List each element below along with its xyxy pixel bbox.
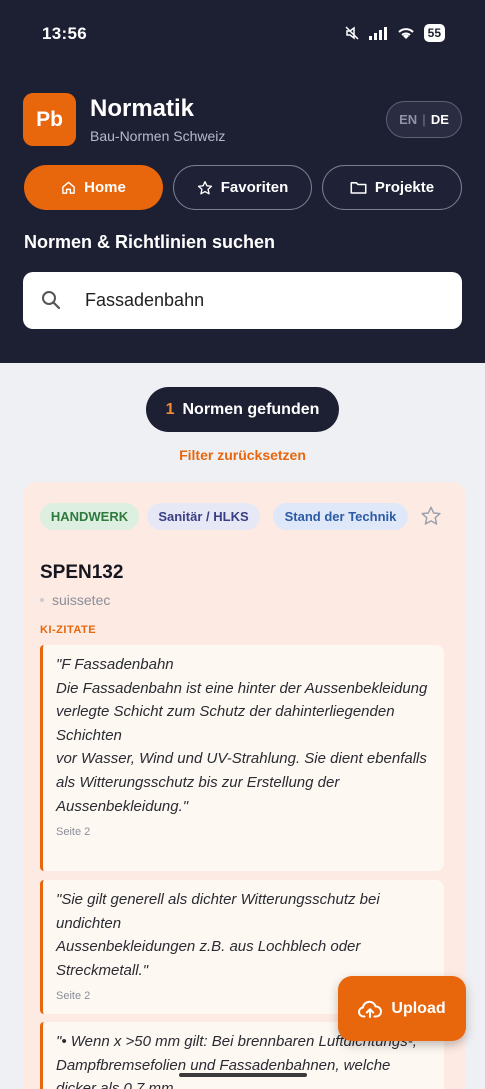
tag-category: HANDWERK (40, 503, 139, 530)
mute-icon (345, 26, 359, 40)
search-heading: Normen & Richtlinien suchen (24, 232, 276, 252)
language-separator: | (422, 112, 426, 127)
ai-quote: "F Fassadenbahn Die Fassadenbahn ist ein… (40, 645, 444, 871)
tag-status: Stand der Technik (273, 503, 408, 530)
app-subtitle: Bau-Normen Schweiz (90, 128, 226, 144)
language-toggle[interactable]: EN | DE (386, 101, 462, 138)
signal-icon (368, 27, 387, 40)
nav-favorites-button[interactable]: Favoriten (173, 165, 312, 210)
nav-favorites-label: Favoriten (220, 179, 289, 196)
status-icons: 55 (344, 24, 445, 42)
favorite-star-icon[interactable] (420, 505, 442, 527)
quote-text: "F Fassadenbahn Die Fassadenbahn ist ein… (56, 656, 428, 815)
language-option-de[interactable]: DE (431, 112, 449, 127)
norm-code: SPEN132 (40, 562, 124, 583)
app-header: 13:56 55 Pb Normatik Bau-Normen Schweiz … (0, 0, 485, 363)
app-logo: Pb (23, 93, 76, 146)
tag-discipline: Sanitär / HLKS (147, 503, 260, 530)
battery-indicator: 55 (423, 24, 445, 42)
upload-button[interactable]: Upload (338, 976, 466, 1041)
results-count-badge: 1 Normen gefunden (146, 387, 339, 432)
search-input[interactable] (85, 280, 445, 320)
ai-quotes-label: KI-ZITATE (40, 624, 97, 636)
organization-name: suissetec (52, 592, 111, 608)
nav-home-button[interactable]: Home (24, 165, 163, 210)
home-indicator (179, 1073, 307, 1077)
home-icon (62, 181, 75, 194)
quote-text: "Sie gilt generell als dichter Witterung… (56, 891, 380, 979)
wifi-icon (397, 28, 414, 39)
search-icon (42, 291, 61, 310)
upload-label: Upload (391, 999, 446, 1017)
quote-page: Seite 2 (56, 826, 91, 839)
app-title: Normatik (90, 95, 195, 122)
nav-home-label: Home (84, 179, 126, 196)
status-time: 13:56 (42, 24, 87, 43)
cloud-upload-icon (358, 1000, 383, 1018)
results-label: Normen gefunden (182, 400, 320, 418)
language-option-en[interactable]: EN (399, 112, 417, 127)
folder-icon (350, 182, 367, 194)
filter-reset-link[interactable]: Filter zurücksetzen (0, 447, 485, 463)
nav-projects-label: Projekte (374, 179, 435, 196)
star-icon (197, 180, 212, 194)
nav-projects-button[interactable]: Projekte (322, 165, 462, 210)
results-count: 1 (165, 400, 175, 418)
norm-organization: suissetec (40, 592, 110, 608)
status-bar: 13:56 55 (0, 0, 485, 70)
bullet-dot (40, 598, 44, 602)
search-box[interactable] (23, 272, 462, 329)
